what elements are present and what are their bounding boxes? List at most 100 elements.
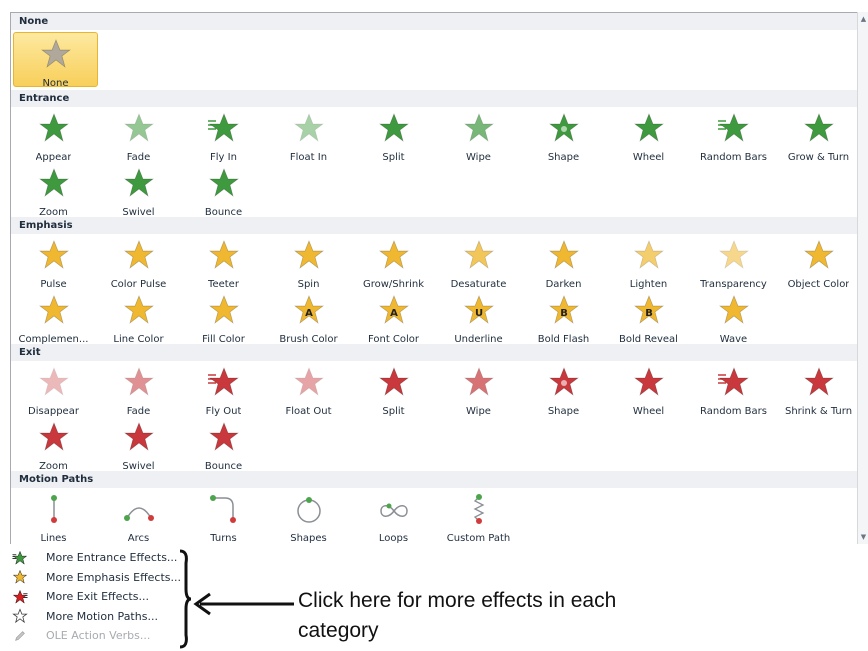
pencil-icon xyxy=(12,628,28,644)
effect-emphasis-complemen[interactable]: Complemen... xyxy=(11,289,96,344)
effect-emphasis-pulse[interactable]: Pulse xyxy=(11,234,96,289)
effect-exit-fade[interactable]: Fade xyxy=(96,361,181,416)
svg-text:A: A xyxy=(305,308,313,319)
effect-label: Wheel xyxy=(632,406,665,416)
effect-emphasis-teeter[interactable]: Teeter xyxy=(181,234,266,289)
effect-entrance-zoom[interactable]: Zoom xyxy=(11,162,96,217)
star-entrance-icon xyxy=(37,166,71,204)
star-emphasis-icon: B xyxy=(632,293,666,331)
effect-row: Zoom Swivel Bounce xyxy=(11,162,857,217)
menu-item-label: More Exit Effects... xyxy=(46,590,149,604)
star-emphasis-icon xyxy=(717,238,751,276)
entrance-star-icon xyxy=(12,550,28,566)
effect-emphasis-brush-color[interactable]: A Brush Color xyxy=(266,289,351,344)
effect-exit-random-bars[interactable]: Random Bars xyxy=(691,361,776,416)
effect-exit-split[interactable]: Split xyxy=(351,361,436,416)
effect-exit-bounce[interactable]: Bounce xyxy=(181,416,266,471)
effect-motion-paths-shapes[interactable]: Shapes xyxy=(266,488,351,543)
effect-row: Zoom Swivel Bounce xyxy=(11,416,857,471)
effect-motion-paths-lines[interactable]: Lines xyxy=(11,488,96,543)
menu-item-more-entrance-effects[interactable]: More Entrance Effects... xyxy=(10,548,200,568)
star-emphasis-icon xyxy=(632,238,666,276)
effect-label: Wheel xyxy=(632,152,665,162)
effect-row: Lines Arcs Turns Shapes Loops Custom Path xyxy=(11,488,857,543)
effect-emphasis-bold-reveal[interactable]: B Bold Reveal xyxy=(606,289,691,344)
effect-exit-disappear[interactable]: Disappear xyxy=(11,361,96,416)
effect-label: Arcs xyxy=(127,533,150,543)
effect-row: Complemen... Line Color Fill Color A Brush C… xyxy=(11,289,857,344)
effect-motion-paths-custom-path[interactable]: Custom Path xyxy=(436,488,521,543)
effect-exit-float-out[interactable]: Float Out xyxy=(266,361,351,416)
effect-emphasis-darken[interactable]: Darken xyxy=(521,234,606,289)
effect-emphasis-line-color[interactable]: Line Color xyxy=(96,289,181,344)
menu-item-more-exit-effects[interactable]: More Exit Effects... xyxy=(10,587,200,607)
star-exit-icon xyxy=(802,365,836,403)
effect-motion-paths-turns[interactable]: Turns xyxy=(181,488,266,543)
gallery-scrollbar[interactable]: ▲ ▼ xyxy=(857,12,868,544)
effect-label: Darken xyxy=(545,279,582,289)
effect-entrance-swivel[interactable]: Swivel xyxy=(96,162,181,217)
effect-emphasis-grow-shrink[interactable]: Grow/Shrink xyxy=(351,234,436,289)
effect-label: Lighten xyxy=(629,279,668,289)
effect-motion-paths-loops[interactable]: Loops xyxy=(351,488,436,543)
effect-emphasis-color-pulse[interactable]: Color Pulse xyxy=(96,234,181,289)
effect-label: Shapes xyxy=(290,533,327,543)
effect-emphasis-font-color[interactable]: A Font Color xyxy=(351,289,436,344)
effect-entrance-fly-in[interactable]: Fly In xyxy=(181,107,266,162)
menu-item-more-emphasis-effects[interactable]: More Emphasis Effects... xyxy=(10,568,200,588)
effect-emphasis-transparency[interactable]: Transparency xyxy=(691,234,776,289)
effect-exit-wipe[interactable]: Wipe xyxy=(436,361,521,416)
effect-emphasis-wave[interactable]: Wave xyxy=(691,289,776,344)
star-none-icon xyxy=(39,37,73,75)
effect-emphasis-desaturate[interactable]: Desaturate xyxy=(436,234,521,289)
motion-path-loops-icon xyxy=(377,492,411,530)
emphasis-star-icon xyxy=(12,569,28,585)
effect-entrance-grow-turn[interactable]: Grow & Turn xyxy=(776,107,857,162)
effect-exit-fly-out[interactable]: Fly Out xyxy=(181,361,266,416)
effect-label: Disappear xyxy=(28,406,79,416)
menu-item-more-motion-paths[interactable]: More Motion Paths... xyxy=(10,607,200,627)
effect-entrance-bounce[interactable]: Bounce xyxy=(181,162,266,217)
effect-label: Bold Flash xyxy=(537,334,590,344)
effect-entrance-split[interactable]: Split xyxy=(351,107,436,162)
effect-exit-wheel[interactable]: Wheel xyxy=(606,361,691,416)
effect-entrance-shape[interactable]: Shape xyxy=(521,107,606,162)
effect-label: Custom Path xyxy=(446,533,511,543)
effect-exit-shape[interactable]: Shape xyxy=(521,361,606,416)
effect-label: Appear xyxy=(35,152,72,162)
star-exit-icon xyxy=(122,365,156,403)
effect-entrance-appear[interactable]: Appear xyxy=(11,107,96,162)
effect-emphasis-spin[interactable]: Spin xyxy=(266,234,351,289)
effect-label: Fade xyxy=(126,152,151,162)
effect-label: Shape xyxy=(547,406,580,416)
effect-emphasis-underline[interactable]: U Underline xyxy=(436,289,521,344)
effect-emphasis-bold-flash[interactable]: B Bold Flash xyxy=(521,289,606,344)
effect-entrance-random-bars[interactable]: Random Bars xyxy=(691,107,776,162)
effect-entrance-float-in[interactable]: Float In xyxy=(266,107,351,162)
effect-emphasis-object-color[interactable]: Object Color xyxy=(776,234,857,289)
effect-entrance-wheel[interactable]: Wheel xyxy=(606,107,691,162)
effect-entrance-fade[interactable]: Fade xyxy=(96,107,181,162)
effect-label: Split xyxy=(382,152,405,162)
effect-emphasis-fill-color[interactable]: Fill Color xyxy=(181,289,266,344)
svg-text:B: B xyxy=(560,308,568,319)
effect-label: Color Pulse xyxy=(110,279,167,289)
star-emphasis-icon xyxy=(377,238,411,276)
effect-entrance-wipe[interactable]: Wipe xyxy=(436,107,521,162)
effect-none-none[interactable]: None xyxy=(13,32,98,87)
effect-exit-zoom[interactable]: Zoom xyxy=(11,416,96,471)
scroll-up-arrow-icon[interactable]: ▲ xyxy=(859,14,868,24)
star-exit-icon xyxy=(462,365,496,403)
star-exit-icon xyxy=(37,365,71,403)
effect-motion-paths-arcs[interactable]: Arcs xyxy=(96,488,181,543)
effect-emphasis-lighten[interactable]: Lighten xyxy=(606,234,691,289)
star-exit-icon xyxy=(717,365,751,403)
effect-exit-swivel[interactable]: Swivel xyxy=(96,416,181,471)
menu-item-label: More Entrance Effects... xyxy=(46,551,178,565)
motion-path-custom-path-icon xyxy=(462,492,496,530)
star-emphasis-icon xyxy=(122,293,156,331)
scroll-down-arrow-icon[interactable]: ▼ xyxy=(859,532,868,542)
effect-label: Fill Color xyxy=(202,334,245,344)
star-emphasis-icon xyxy=(207,293,241,331)
effect-exit-shrink-turn[interactable]: Shrink & Turn xyxy=(776,361,857,416)
